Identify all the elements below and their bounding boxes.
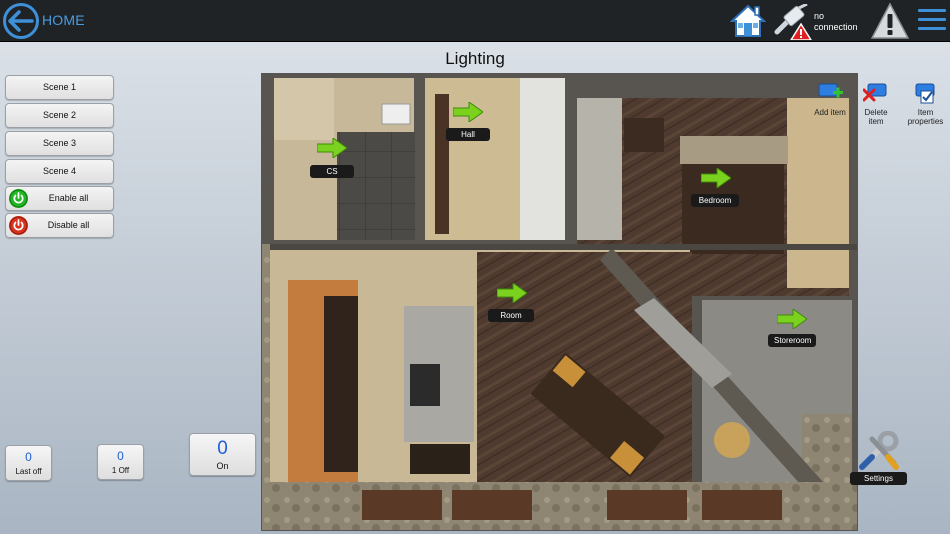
back-arrow-icon[interactable]	[3, 3, 39, 39]
storeroom-light-arrow-icon[interactable]	[777, 309, 807, 329]
hamburger-menu-icon[interactable]	[918, 9, 946, 33]
room-label-bedroom[interactable]: Bedroom	[691, 194, 739, 207]
settings-label[interactable]: Settings	[850, 472, 907, 485]
last-off-label: Last off	[15, 467, 42, 476]
connection-status: no connection	[814, 11, 858, 32]
scene-2-button[interactable]: Scene 2	[5, 103, 114, 128]
scene-4-button[interactable]: Scene 4	[5, 159, 114, 184]
delete-item-icon[interactable]	[862, 82, 889, 104]
home-label[interactable]: HOME	[42, 12, 85, 28]
network-cable-icon	[773, 2, 813, 41]
add-item-label[interactable]: Add item	[810, 108, 850, 117]
power-off-icon	[9, 216, 28, 235]
hall-light-arrow-icon[interactable]	[453, 102, 483, 122]
item-properties-label[interactable]: Item properties	[903, 108, 948, 126]
floor-plan: CS Hall Bedroom Room Storeroom	[261, 73, 858, 531]
off-label: 1 Off	[111, 466, 130, 475]
delete-item-label[interactable]: Delete item	[856, 108, 896, 126]
enable-all-label: Enable all	[48, 193, 89, 203]
room-label-room[interactable]: Room	[488, 309, 534, 322]
room-label-cs[interactable]: CS	[310, 165, 354, 178]
enable-all-button[interactable]: Enable all	[5, 186, 114, 211]
top-bar: HOME no connection	[0, 0, 950, 42]
on-label: On	[216, 461, 229, 471]
off-value: 0	[117, 449, 124, 463]
scene-3-button[interactable]: Scene 3	[5, 131, 114, 156]
item-properties-icon[interactable]	[913, 82, 939, 104]
disable-all-button[interactable]: Disable all	[5, 213, 114, 238]
disable-all-label: Disable all	[47, 220, 90, 230]
last-off-value: 0	[25, 450, 32, 464]
bedroom-light-arrow-icon[interactable]	[701, 168, 731, 188]
settings-tools-icon[interactable]	[858, 430, 900, 471]
power-on-icon	[9, 189, 28, 208]
scene-1-button[interactable]: Scene 1	[5, 75, 114, 100]
room-light-arrow-icon[interactable]	[497, 283, 527, 303]
cs-light-arrow-icon[interactable]	[317, 138, 347, 158]
warning-icon[interactable]	[870, 2, 910, 40]
room-label-hall[interactable]: Hall	[446, 128, 490, 141]
off-counter[interactable]: 0 1 Off	[97, 444, 144, 480]
room-label-storeroom[interactable]: Storeroom	[768, 334, 816, 347]
on-counter[interactable]: 0 On	[189, 433, 256, 476]
page-title: Lighting	[445, 49, 505, 68]
floor-plan-drawing	[262, 74, 857, 530]
add-item-icon[interactable]	[818, 82, 844, 104]
last-off-counter[interactable]: 0 Last off	[5, 445, 52, 481]
house-icon[interactable]	[729, 3, 767, 39]
on-value: 0	[217, 438, 228, 459]
